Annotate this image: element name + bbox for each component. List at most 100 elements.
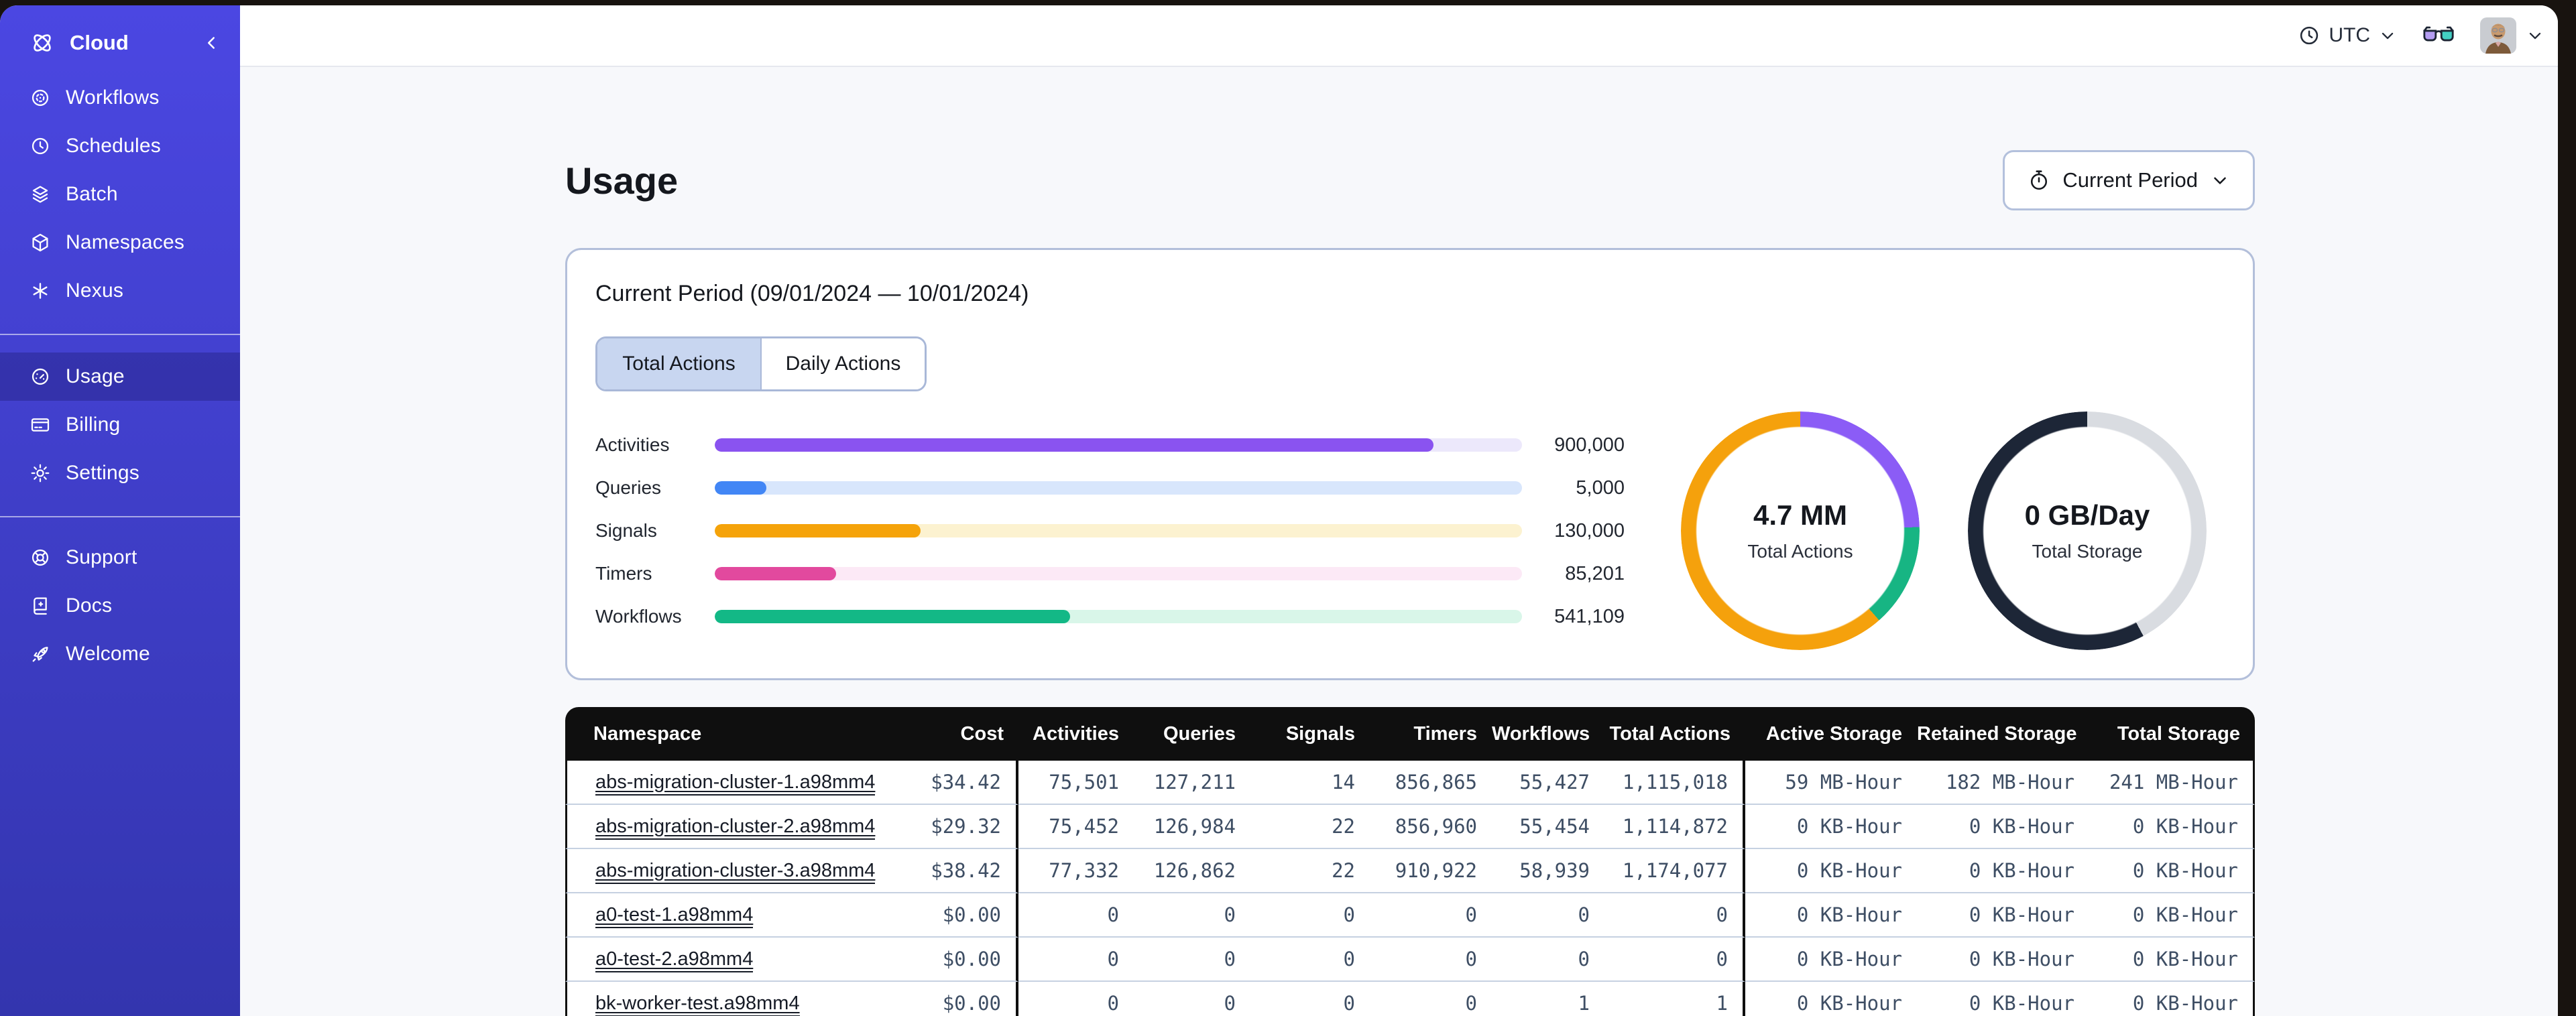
namespace-link[interactable]: a0-test-1.a98mm4	[595, 903, 754, 928]
table-cell: 856,865	[1370, 761, 1492, 805]
usage-bar-value: 900,000	[1554, 434, 1625, 456]
sidebar-nav-account: Usage Billing Settings	[0, 353, 240, 497]
namespace-usage-table: Namespace Cost Activities Queries Signals Tim…	[565, 707, 2255, 1016]
sidebar-item-batch[interactable]: Batch	[0, 170, 240, 218]
usage-bar-fill	[715, 438, 1433, 452]
sidebar-item-settings[interactable]: Settings	[0, 449, 240, 497]
column-header-total-actions: Total Actions	[1604, 707, 1745, 761]
table-cell: 126,984	[1134, 805, 1250, 849]
table-cell: bk-worker-test.a98mm4	[565, 982, 854, 1016]
table-row: a0-test-2.a98mm4 $0.00 0 0 0 0 0 0 0 KB-Hour 0 KB…	[565, 938, 2255, 982]
usage-bars: Activities 900,000 Queries 5,000 Signals 130,…	[595, 434, 1625, 627]
actions-tab-group: Total Actions Daily Actions	[595, 336, 927, 391]
table-cell: 22	[1250, 849, 1370, 893]
glasses-icon[interactable]	[2422, 24, 2455, 47]
sidebar-nav-primary: Workflows Schedules Batch Namespaces Nex…	[0, 74, 240, 315]
table-cell: 0	[1018, 938, 1134, 982]
usage-bar-track	[715, 438, 1522, 452]
table-cell: 1	[1492, 982, 1604, 1016]
usage-bar-value: 85,201	[1565, 562, 1625, 584]
table-cell: 75,452	[1018, 805, 1134, 849]
sidebar-item-nexus[interactable]: Nexus	[0, 267, 240, 315]
tab-total-actions[interactable]: Total Actions	[597, 338, 760, 389]
sidebar-item-workflows[interactable]: Workflows	[0, 74, 240, 122]
usage-gauge-icon	[30, 366, 51, 387]
timezone-label: UTC	[2329, 24, 2370, 46]
avatar	[2480, 17, 2516, 54]
table-cell: abs-migration-cluster-2.a98mm4	[565, 805, 876, 849]
table-cell: $29.32	[854, 805, 1018, 849]
sidebar-divider-2	[0, 516, 240, 517]
usage-bar-track	[715, 610, 1522, 623]
table-cell: 0	[1134, 982, 1250, 1016]
table-cell: 0 KB-Hour	[2089, 938, 2255, 982]
namespace-link[interactable]: abs-migration-cluster-1.a98mm4	[595, 771, 876, 796]
sidebar: Cloud Workflows Schedules Batch Namespac…	[0, 5, 240, 1016]
window-scrollbar[interactable]	[2558, 0, 2576, 1016]
table-cell: 856,960	[1370, 805, 1492, 849]
current-period-card: Current Period (09/01/2024 — 10/01/2024)…	[565, 248, 2255, 680]
table-cell: $0.00	[854, 938, 1018, 982]
namespace-link[interactable]: bk-worker-test.a98mm4	[595, 992, 800, 1016]
sidebar-item-usage[interactable]: Usage	[0, 353, 240, 401]
usage-bar-row: Signals 130,000	[595, 520, 1625, 542]
namespaces-cube-icon	[30, 232, 51, 253]
total-actions-donut: 4.7 MM Total Actions	[1681, 411, 1920, 650]
table-cell: 59 MB-Hour	[1745, 761, 1917, 805]
nexus-asterisk-icon	[30, 280, 51, 302]
usage-bar-label: Activities	[595, 434, 670, 455]
namespace-link[interactable]: abs-migration-cluster-3.a98mm4	[595, 859, 876, 884]
chevron-down-icon	[2526, 26, 2544, 45]
total-actions-label: Total Actions	[1747, 541, 1853, 562]
total-actions-value: 4.7 MM	[1753, 499, 1848, 531]
sidebar-nav-help: Support Docs Welcome	[0, 533, 240, 678]
table-cell: 0 KB-Hour	[1745, 849, 1917, 893]
usage-bar-row: Queries 5,000	[595, 477, 1625, 499]
support-lifebuoy-icon	[30, 547, 51, 568]
page-title: Usage	[565, 159, 679, 202]
card-title: Current Period (09/01/2024 — 10/01/2024)	[595, 281, 1029, 306]
chevron-down-icon	[2378, 26, 2397, 45]
table-cell: 0 KB-Hour	[1917, 805, 2089, 849]
table-cell: 1,114,872	[1604, 805, 1745, 849]
period-selector-label: Current Period	[2062, 168, 2198, 192]
table-cell: 0	[1492, 938, 1604, 982]
total-storage-value: 0 GB/Day	[2024, 499, 2150, 531]
period-selector-button[interactable]: Current Period	[2003, 150, 2255, 210]
billing-card-icon	[30, 414, 51, 436]
chevron-down-icon	[2210, 170, 2230, 190]
settings-gear-icon	[30, 462, 51, 484]
table-cell: 0 KB-Hour	[2089, 982, 2255, 1016]
table-cell: abs-migration-cluster-3.a98mm4	[565, 849, 876, 893]
sidebar-item-namespaces[interactable]: Namespaces	[0, 218, 240, 267]
sidebar-item-support[interactable]: Support	[0, 533, 240, 582]
table-cell: $34.42	[854, 761, 1018, 805]
sidebar-item-docs[interactable]: Docs	[0, 582, 240, 630]
sidebar-item-schedules[interactable]: Schedules	[0, 122, 240, 170]
table-cell: 58,939	[1492, 849, 1604, 893]
namespace-link[interactable]: abs-migration-cluster-2.a98mm4	[595, 815, 876, 840]
workflows-icon	[30, 87, 51, 109]
table-row: a0-test-1.a98mm4 $0.00 0 0 0 0 0 0 0 KB-Hour 0 KB…	[565, 893, 2255, 938]
table-cell: 182 MB-Hour	[1917, 761, 2089, 805]
table-cell: 0 KB-Hour	[1917, 938, 2089, 982]
table-cell: 0	[1250, 893, 1370, 938]
clock-icon	[2298, 24, 2321, 47]
table-cell: 0	[1250, 938, 1370, 982]
namespace-link[interactable]: a0-test-2.a98mm4	[595, 948, 754, 972]
tab-daily-actions[interactable]: Daily Actions	[760, 338, 925, 389]
table-cell: 0	[1370, 938, 1492, 982]
sidebar-item-billing[interactable]: Billing	[0, 401, 240, 449]
usage-bar-fill	[715, 481, 767, 495]
account-menu[interactable]	[2480, 17, 2544, 54]
table-cell: 0	[1018, 982, 1134, 1016]
table-row: abs-migration-cluster-2.a98mm4 $29.32 75,4…	[565, 805, 2255, 849]
column-header-workflows: Workflows	[1492, 707, 1604, 761]
sidebar-item-welcome[interactable]: Welcome	[0, 630, 240, 678]
timezone-selector[interactable]: UTC	[2298, 24, 2397, 47]
welcome-rocket-icon	[30, 643, 51, 665]
table-cell: 0	[1018, 893, 1134, 938]
sidebar-collapse-icon[interactable]	[201, 33, 221, 53]
topbar: UTC	[240, 5, 2558, 67]
usage-bar-value: 130,000	[1554, 519, 1625, 542]
